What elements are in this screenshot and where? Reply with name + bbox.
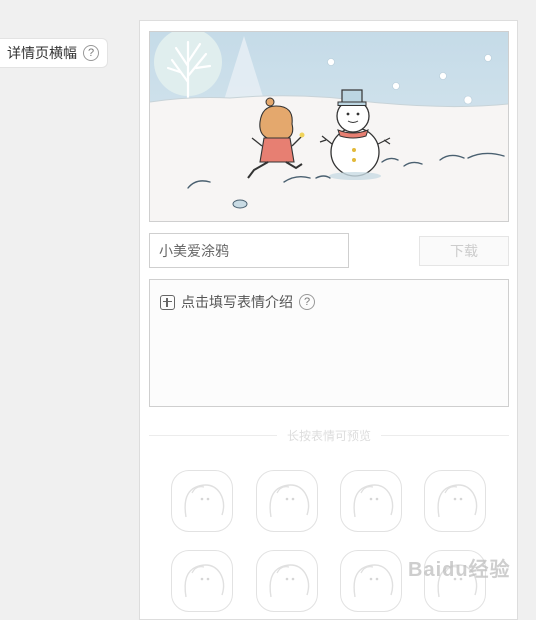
sticker-placeholder-tile[interactable] [171,470,233,532]
sticker-placeholder-tile[interactable] [340,550,402,612]
sticker-placeholder-tile[interactable] [256,550,318,612]
banner-image [149,31,509,222]
divider-line [381,434,510,436]
baidu-watermark: Baidu经验 [408,559,511,581]
intro-textarea[interactable]: 点击填写表情介绍 ? [149,279,509,407]
snowman-illustration [150,32,508,221]
sticker-placeholder-icon [269,564,310,598]
help-icon[interactable]: ? [83,45,99,61]
sticker-placeholder-tile[interactable] [171,550,233,612]
sticker-placeholder-tile[interactable] [340,470,402,532]
preview-hint: 长按表情可预览 [287,428,372,443]
sticker-placeholder-icon [353,564,394,598]
detail-banner-label: 详情页横幅 [7,45,77,61]
detail-banner-tab[interactable]: 详情页横幅 ? [0,38,108,68]
intro-placeholder: 点击填写表情介绍 [181,294,293,310]
sticker-placeholder-tile[interactable] [424,470,486,532]
sticker-placeholder-icon [184,564,225,598]
plus-icon[interactable] [160,294,175,310]
divider-line [149,434,277,436]
help-icon[interactable]: ? [299,294,315,310]
sticker-placeholder-icon [353,484,394,518]
intro-header[interactable]: 点击填写表情介绍 ? [160,292,315,312]
sticker-name-input[interactable] [149,233,349,268]
sticker-placeholder-icon [437,484,478,518]
sticker-placeholder-icon [184,484,225,518]
download-button[interactable]: 下载 [419,236,509,266]
sticker-placeholder-tile[interactable] [256,470,318,532]
preview-divider: 长按表情可预览 [149,428,510,443]
sticker-placeholder-icon [269,484,310,518]
